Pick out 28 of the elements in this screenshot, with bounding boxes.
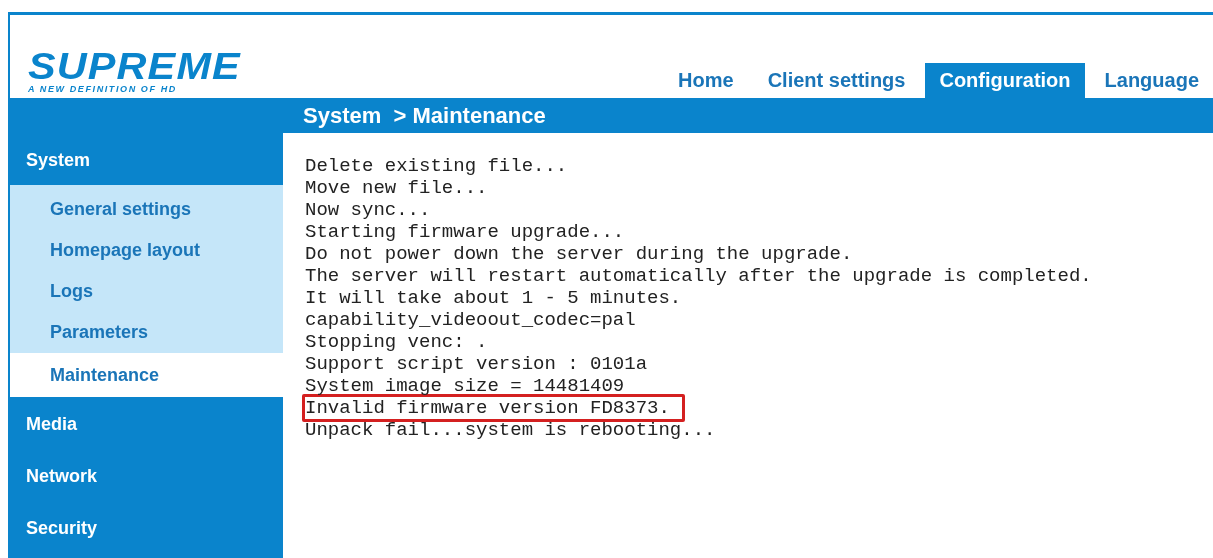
log-line: Do not power down the server during the upgrade. <box>305 243 853 265</box>
sidebar-section[interactable]: Security <box>10 501 283 553</box>
log-line: capability_videoout_codec=pal <box>305 309 636 331</box>
log-line: System image size = 14481409 <box>305 375 625 397</box>
nav-tab[interactable]: Language <box>1090 63 1213 98</box>
sidebar-item[interactable]: Logs <box>10 271 283 312</box>
sidebar-section[interactable]: System <box>10 133 283 185</box>
logo-tagline: A NEW DEFINITION OF HD <box>28 84 178 94</box>
log-line: Move new file... <box>305 177 488 199</box>
log-line: Unpack fail...system is rebooting... <box>305 419 716 441</box>
log-line: It will take about 1 - 5 minutes. <box>305 287 682 309</box>
log-line: Delete existing file... <box>305 155 568 177</box>
log-line: Support script version : 0101a <box>305 353 648 375</box>
sidebar-section[interactable]: Network <box>10 449 283 501</box>
log-line: The server will restart automatically after the upgrade is completed. <box>305 265 1092 287</box>
log-line: Starting firmware upgrade... <box>305 221 625 243</box>
nav-tab[interactable]: Client settings <box>753 63 920 98</box>
sidebar-item[interactable]: Homepage layout <box>10 230 283 271</box>
nav-tab[interactable]: Configuration <box>925 63 1085 98</box>
page-title: System > Maintenance <box>303 102 546 129</box>
sidebar-item[interactable]: General settings <box>10 189 283 230</box>
log-line: Stopping venc: . <box>305 331 488 353</box>
sidebar-item[interactable]: Parameters <box>10 312 283 353</box>
sidebar-section[interactable]: Media <box>10 397 283 449</box>
nav-tab[interactable]: Home <box>664 63 748 98</box>
log-line: Now sync... <box>305 199 431 221</box>
sidebar-item[interactable]: Maintenance <box>10 353 283 397</box>
logo-name: SUPREME <box>28 50 241 84</box>
